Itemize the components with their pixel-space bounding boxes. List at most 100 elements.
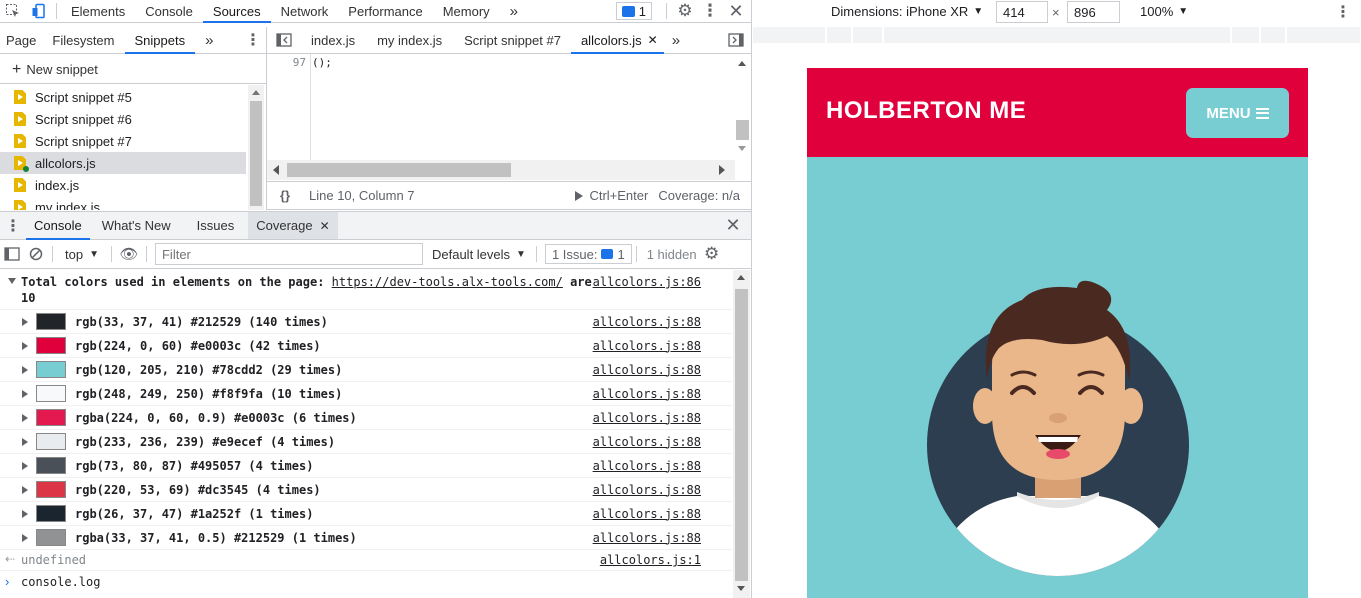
close-tab-icon[interactable]: ✕ bbox=[320, 219, 330, 233]
more-options-icon[interactable]: ⋮ bbox=[699, 0, 721, 22]
drawer-menu-icon[interactable]: ⋮ bbox=[0, 216, 26, 236]
expand-arrow-icon[interactable] bbox=[22, 414, 28, 422]
tab-elements[interactable]: Elements bbox=[61, 0, 135, 22]
snippet-item-selected[interactable]: allcolors.js bbox=[0, 152, 246, 174]
snippet-item[interactable]: my index.js bbox=[0, 196, 246, 210]
scroll-up-arrow-icon[interactable] bbox=[738, 61, 746, 66]
color-source-link[interactable]: allcolors.js:88 bbox=[593, 507, 701, 521]
console-input-text[interactable]: console.log bbox=[21, 575, 100, 589]
scroll-thumb[interactable] bbox=[736, 120, 749, 140]
live-expression-eye-icon[interactable]: 👁 bbox=[116, 245, 142, 263]
context-selector[interactable]: top ▼ bbox=[57, 247, 107, 262]
console-color-row[interactable]: rgb(220, 53, 69) #dc3545 (4 times) allcol… bbox=[0, 478, 732, 502]
tab-memory[interactable]: Memory bbox=[433, 0, 500, 22]
drawer-tab-issues[interactable]: Issues bbox=[183, 212, 249, 239]
close-tab-icon[interactable]: ✕ bbox=[648, 33, 658, 47]
log-levels-dropdown[interactable]: Default levels ▼ bbox=[432, 247, 526, 262]
snippet-item[interactable]: Script snippet #5 bbox=[0, 86, 246, 108]
color-source-link[interactable]: allcolors.js:88 bbox=[593, 531, 701, 545]
expand-arrow-icon[interactable] bbox=[22, 462, 28, 470]
color-source-link[interactable]: allcolors.js:88 bbox=[593, 363, 701, 377]
result-source-link[interactable]: allcolors.js:1 bbox=[600, 553, 701, 567]
console-scrollbar[interactable] bbox=[733, 270, 750, 598]
media-query-bar[interactable] bbox=[753, 25, 1361, 45]
color-source-link[interactable]: allcolors.js:88 bbox=[593, 387, 701, 401]
drawer-tab-coverage[interactable]: Coverage ✕ bbox=[248, 212, 338, 239]
nav-tab-filesystem[interactable]: Filesystem bbox=[42, 27, 124, 53]
editor-tab[interactable]: my index.js bbox=[365, 27, 454, 53]
console-color-row[interactable]: rgb(248, 249, 250) #f8f9fa (10 times) all… bbox=[0, 382, 732, 406]
snippet-item[interactable]: index.js bbox=[0, 174, 246, 196]
console-color-row[interactable]: rgb(120, 205, 210) #78cdd2 (29 times) all… bbox=[0, 358, 732, 382]
clear-console-icon[interactable] bbox=[24, 247, 48, 261]
settings-gear-icon[interactable]: ⚙ bbox=[671, 0, 699, 22]
color-source-link[interactable]: allcolors.js:88 bbox=[593, 435, 701, 449]
tab-console[interactable]: Console bbox=[135, 0, 203, 22]
tab-network[interactable]: Network bbox=[271, 0, 339, 22]
snippet-item[interactable]: Script snippet #7 bbox=[0, 130, 246, 152]
pretty-print-braces-icon[interactable]: {} bbox=[267, 188, 303, 203]
scroll-right-arrow-icon[interactable] bbox=[719, 165, 725, 175]
expand-arrow-icon[interactable] bbox=[22, 318, 28, 326]
console-color-row[interactable]: rgb(73, 80, 87) #495057 (4 times) allcolo… bbox=[0, 454, 732, 478]
scroll-thumb[interactable] bbox=[250, 101, 262, 206]
run-snippet-button[interactable]: Ctrl+Enter bbox=[575, 188, 648, 203]
editor-hscrollbar[interactable] bbox=[267, 160, 735, 180]
code-editor[interactable]: 97 (); bbox=[267, 54, 751, 160]
device-more-options-icon[interactable]: ⋮ bbox=[1335, 2, 1351, 22]
console-color-row[interactable]: rgba(33, 37, 41, 0.5) #212529 (1 times) a… bbox=[0, 526, 732, 550]
scroll-down-arrow-icon[interactable] bbox=[737, 586, 745, 591]
nav-menu-icon[interactable]: ⋮ bbox=[240, 30, 266, 50]
tab-performance[interactable]: Performance bbox=[338, 0, 432, 22]
navigator-scrollbar[interactable] bbox=[248, 85, 264, 210]
console-filter-input[interactable] bbox=[154, 243, 423, 265]
snippet-item[interactable]: Script snippet #6 bbox=[0, 108, 246, 130]
console-color-row[interactable]: rgb(26, 37, 47) #1a252f (1 times) allcolo… bbox=[0, 502, 732, 526]
console-prompt[interactable]: › console.log bbox=[0, 571, 732, 593]
console-sidebar-icon[interactable] bbox=[0, 247, 24, 261]
close-drawer-icon[interactable]: ✕ bbox=[715, 215, 751, 236]
expand-arrow-icon[interactable] bbox=[22, 486, 28, 494]
device-width-input[interactable]: 414 bbox=[996, 1, 1048, 23]
color-source-link[interactable]: allcolors.js:88 bbox=[593, 483, 701, 497]
expand-arrow-icon[interactable] bbox=[22, 342, 28, 350]
console-issues-button[interactable]: 1 Issue: 1 bbox=[544, 244, 632, 264]
scroll-up-arrow-icon[interactable] bbox=[737, 275, 745, 280]
nav-tab-snippets[interactable]: Snippets bbox=[124, 27, 196, 54]
expand-arrow-icon[interactable] bbox=[22, 510, 28, 518]
expand-arrow-icon[interactable] bbox=[22, 366, 28, 374]
header-source-link[interactable]: allcolors.js:86 bbox=[593, 275, 701, 289]
device-height-input[interactable]: 896 bbox=[1067, 1, 1120, 23]
device-selector[interactable]: Dimensions: iPhone XR ▼ bbox=[831, 4, 983, 19]
device-toggle-icon[interactable] bbox=[26, 0, 52, 22]
tab-sources[interactable]: Sources bbox=[202, 0, 271, 23]
color-source-link[interactable]: allcolors.js:88 bbox=[593, 459, 701, 473]
console-color-row[interactable]: rgb(33, 37, 41) #212529 (140 times) allco… bbox=[0, 310, 732, 334]
console-color-row[interactable]: rgb(224, 0, 60) #e0003c (42 times) allcol… bbox=[0, 334, 732, 358]
toggle-debugger-icon[interactable] bbox=[721, 27, 751, 53]
editor-tab[interactable]: Script snippet #7 bbox=[454, 27, 571, 53]
editor-more-chevron-icon[interactable]: » bbox=[664, 27, 688, 53]
zoom-selector[interactable]: 100% ▼ bbox=[1140, 4, 1188, 19]
editor-vscrollbar[interactable] bbox=[734, 54, 750, 160]
scroll-thumb[interactable] bbox=[735, 289, 748, 581]
color-source-link[interactable]: allcolors.js:88 bbox=[593, 411, 701, 425]
issues-counter[interactable]: 1 bbox=[615, 2, 652, 20]
expand-arrow-icon[interactable] bbox=[22, 438, 28, 446]
new-snippet-button[interactable]: + New snippet bbox=[0, 56, 266, 84]
scroll-thumb[interactable] bbox=[287, 163, 511, 177]
nav-more-chevron-icon[interactable]: » bbox=[195, 27, 223, 53]
close-devtools-icon[interactable]: ✕ bbox=[721, 0, 751, 22]
scroll-up-arrow-icon[interactable] bbox=[252, 90, 260, 95]
scroll-left-arrow-icon[interactable] bbox=[273, 165, 279, 175]
expand-arrow-icon[interactable] bbox=[22, 534, 28, 542]
header-url-link[interactable]: https://dev-tools.alx-tools.com/ bbox=[332, 275, 563, 289]
inspect-icon[interactable] bbox=[0, 0, 26, 22]
toggle-navigator-icon[interactable] bbox=[267, 27, 301, 53]
editor-tab-active[interactable]: allcolors.js ✕ bbox=[570, 27, 664, 54]
color-source-link[interactable]: allcolors.js:88 bbox=[593, 315, 701, 329]
scroll-down-arrow-icon[interactable] bbox=[738, 146, 746, 151]
more-tabs-chevron-icon[interactable]: » bbox=[500, 0, 528, 22]
color-source-link[interactable]: allcolors.js:88 bbox=[593, 339, 701, 353]
editor-tab[interactable]: index.js bbox=[301, 27, 365, 53]
